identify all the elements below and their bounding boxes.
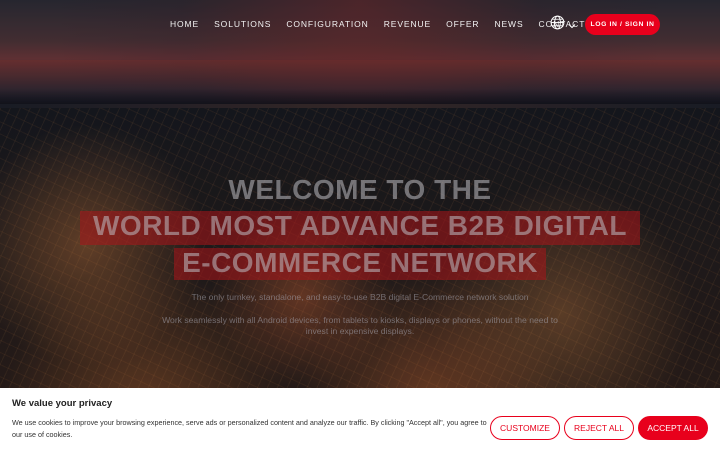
- hero-title-line-1: WELCOME TO THE: [228, 174, 492, 205]
- hero-subtitle-2: Work seamlessly with all Android devices…: [162, 315, 558, 336]
- nav-configuration[interactable]: CONFIGURATION: [286, 19, 368, 29]
- nav-solutions[interactable]: SOLUTIONS: [214, 19, 271, 29]
- nav-revenue[interactable]: REVENUE: [384, 19, 431, 29]
- nav-home[interactable]: HOME: [170, 19, 199, 29]
- language-selector[interactable]: [550, 15, 576, 35]
- hero-title-line-3: E-COMMERCE NETWORK: [182, 247, 538, 278]
- nav-offer[interactable]: OFFER: [446, 19, 479, 29]
- reject-all-button[interactable]: REJECT ALL: [564, 416, 634, 440]
- nav-news[interactable]: NEWS: [494, 19, 523, 29]
- globe-icon: [550, 15, 565, 35]
- chevron-down-icon: [568, 16, 576, 34]
- cookie-banner-text: We use cookies to improve your browsing …: [12, 418, 487, 439]
- customize-button[interactable]: CUSTOMIZE: [490, 416, 560, 440]
- cookie-banner-title: We value your privacy: [12, 398, 113, 409]
- hero-subtitle-1: The only turnkey, standalone, and easy-t…: [191, 292, 529, 302]
- login-signin-button[interactable]: LOG IN / SIGN IN: [585, 14, 660, 35]
- nav-menu: HOME SOLUTIONS CONFIGURATION REVENUE OFF…: [170, 19, 600, 29]
- accept-all-button[interactable]: ACCEPT ALL: [638, 416, 708, 440]
- top-navigation: HOME SOLUTIONS CONFIGURATION REVENUE OFF…: [0, 0, 720, 50]
- cookie-banner: We value your privacy We use cookies to …: [0, 388, 720, 450]
- hero-title-line-2: WORLD MOST ADVANCE B2B DIGITAL: [92, 210, 627, 241]
